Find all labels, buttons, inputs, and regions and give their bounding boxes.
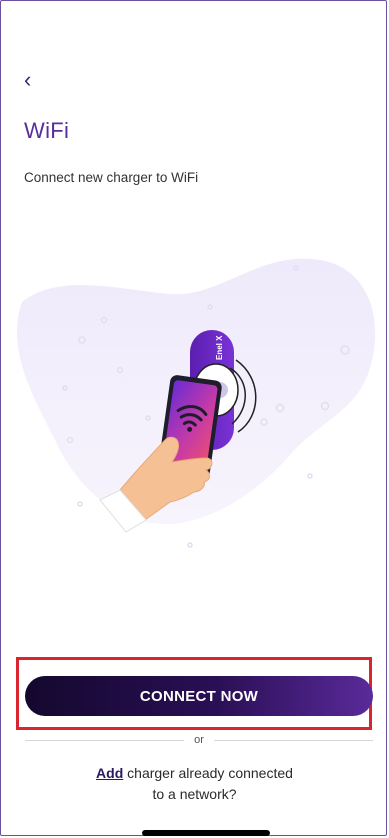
divider-line-left — [25, 739, 185, 741]
add-existing-charger: Add charger already connected to a netwo… — [0, 763, 389, 805]
divider-line-right — [213, 739, 373, 741]
connect-now-label: CONNECT NOW — [139, 687, 259, 705]
add-text-line-2: to a network? — [152, 786, 237, 802]
page-title: WiFi — [24, 118, 70, 143]
or-divider: or — [25, 733, 373, 747]
page-subtitle: Connect new charger to WiFi — [24, 170, 199, 185]
back-button[interactable]: ‹ — [24, 67, 44, 92]
add-charger-link[interactable]: Add — [96, 765, 123, 781]
chevron-left-icon: ‹ — [24, 67, 32, 92]
connect-now-button[interactable]: CONNECT NOW — [25, 676, 373, 716]
or-label: or — [194, 734, 204, 746]
home-indicator — [142, 830, 270, 836]
wifi-charger-illustration: Enel X — [16, 258, 376, 548]
add-text-line-1: charger already connected — [123, 765, 293, 781]
charger-brand-label: Enel X — [215, 335, 224, 360]
